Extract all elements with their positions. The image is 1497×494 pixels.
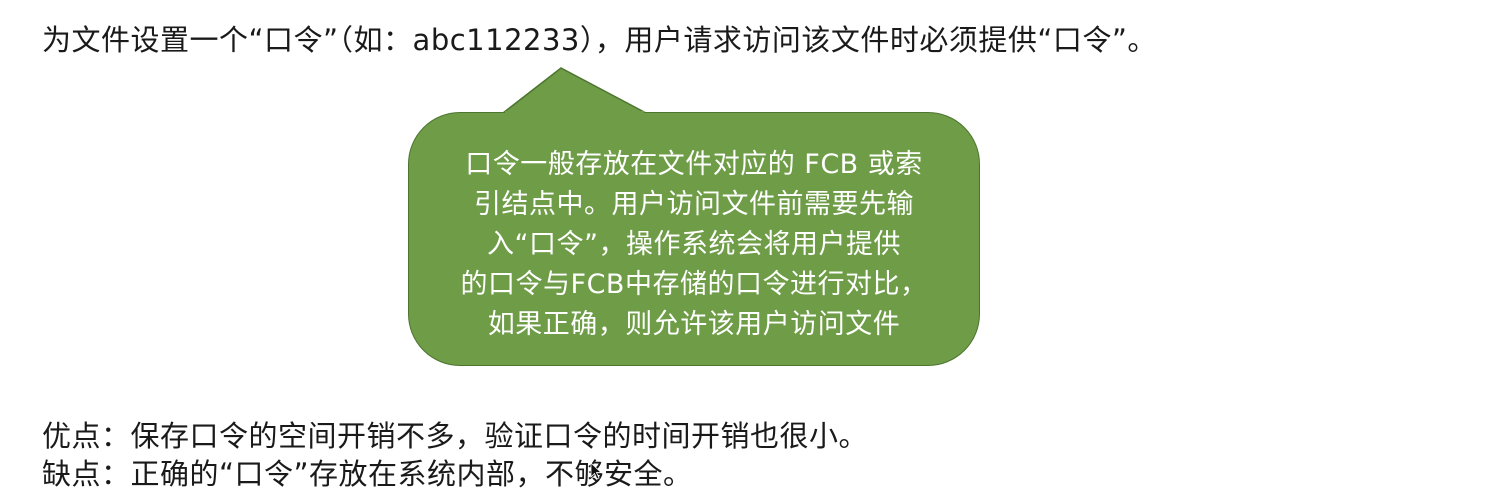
callout-line: 的口令与FCB中存储的口令进行对比， (460, 269, 928, 300)
callout-text: 口令一般存放在文件对应的 FCB 或索 引结点中。用户访问文件前需要先输 入“口… (429, 145, 959, 345)
mouse-pointer-icon (590, 462, 602, 480)
callout-line: 如果正确，则允许该用户访问文件 (487, 309, 901, 340)
callout-bubble: 口令一般存放在文件对应的 FCB 或索 引结点中。用户访问文件前需要先输 入“口… (408, 112, 980, 366)
callout-line: 入“口令”，操作系统会将用户提供 (487, 229, 901, 260)
advantage-text: 优点：保存口令的空间开销不多，验证口令的时间开销也很小。 (42, 419, 869, 453)
callout-line: 口令一般存放在文件对应的 FCB 或索 (465, 149, 923, 180)
intro-text: 为文件设置一个“口令”（如：abc112233），用户请求访问该文件时必须提供“… (42, 23, 1157, 57)
callout-line: 引结点中。用户访问文件前需要先输 (474, 189, 914, 220)
